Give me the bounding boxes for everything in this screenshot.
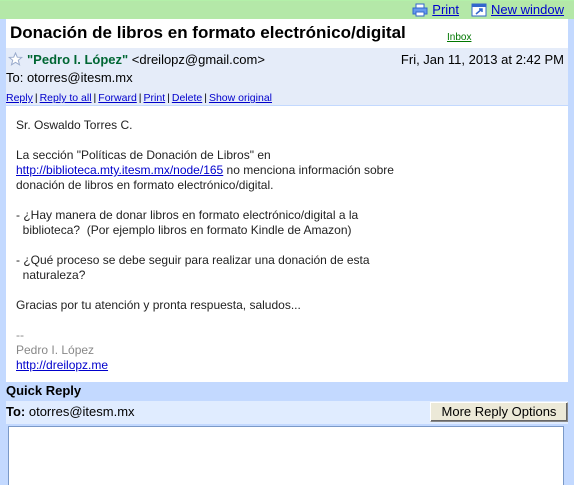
action-separator: |	[167, 92, 170, 104]
question-line: - ¿Qué proceso se debe seguir para reali…	[16, 253, 370, 267]
printer-icon	[412, 3, 428, 16]
quick-reply-title: Quick Reply	[6, 382, 568, 401]
print-action-link[interactable]: Print	[144, 92, 166, 104]
action-separator: |	[138, 92, 142, 104]
reply-area	[6, 424, 568, 485]
question-line: - ¿Hay manera de donar libros en formato…	[16, 208, 359, 222]
action-separator: |	[204, 92, 207, 104]
signature-dash: --	[16, 328, 24, 342]
star-icon[interactable]	[8, 52, 23, 66]
reply-textarea[interactable]	[8, 426, 564, 485]
recipient-line: To: otorres@itesm.mx	[6, 70, 133, 85]
paragraph-text: no menciona información sobre	[223, 163, 394, 177]
reply-all-link[interactable]: Reply to all	[40, 92, 92, 104]
message-header: "Pedro I. López" <dreilopz@gmail.com> Fr…	[6, 48, 568, 106]
message-actions: Reply | Reply to all | Forward | Print | Delete |…	[6, 92, 272, 104]
closing-line: Gracias por tu atención y pronta respues…	[16, 298, 301, 312]
thread-subject: Donación de libros en formato electrónic…	[10, 23, 406, 42]
paragraph-line: La sección "Políticas de Donación de Lib…	[16, 148, 271, 162]
toolbar-links: Print New window	[412, 2, 564, 17]
paragraph-line: http://biblioteca.mty.itesm.mx/node/165 …	[16, 163, 556, 178]
sender-name[interactable]: "Pedro I. López"	[27, 52, 128, 67]
new-window-link-label: New window	[491, 2, 564, 17]
more-reply-options-button[interactable]: More Reply Options	[430, 402, 568, 422]
delete-link[interactable]: Delete	[172, 92, 202, 104]
print-link-label: Print	[432, 2, 460, 17]
to-label: To:	[6, 404, 26, 419]
message-date: Fri, Jan 11, 2013 at 2:42 PM	[400, 52, 564, 67]
reply-link[interactable]: Reply	[6, 92, 33, 104]
policy-link[interactable]: http://biblioteca.mty.itesm.mx/node/165	[16, 163, 223, 177]
print-link[interactable]: Print	[412, 2, 459, 17]
new-window-link[interactable]: New window	[471, 2, 564, 17]
subject-row: Donación de libros en formato electrónic…	[0, 19, 574, 48]
question-line: naturaleza?	[16, 268, 86, 282]
signature-link[interactable]: http://dreilopz.me	[16, 358, 108, 372]
to-value: otorres@itesm.mx	[25, 404, 135, 419]
top-bar: Print New window	[0, 0, 574, 20]
signature-name: Pedro I. López	[16, 343, 95, 357]
quick-reply-to: To: otorres@itesm.mx	[6, 404, 135, 419]
sender: "Pedro I. López" <dreilopz@gmail.com>	[27, 52, 265, 67]
paragraph-line: donación de libros en formato electrónic…	[16, 178, 274, 192]
inbox-label[interactable]: Inbox	[447, 32, 471, 43]
sender-email: <dreilopz@gmail.com>	[131, 52, 265, 67]
signature-line: http://dreilopz.me	[16, 358, 556, 373]
question-line: biblioteca? (Por ejemplo libros en forma…	[16, 223, 352, 237]
message-body: Sr. Oswaldo Torres C. La sección "Políti…	[16, 118, 556, 373]
forward-link[interactable]: Forward	[98, 92, 137, 104]
new-window-icon	[471, 3, 487, 16]
message-card: "Pedro I. López" <dreilopz@gmail.com> Fr…	[0, 48, 574, 485]
show-original-link[interactable]: Show original	[209, 92, 272, 104]
quick-reply-to-row: To: otorres@itesm.mx More Reply Options	[6, 401, 568, 424]
greeting: Sr. Oswaldo Torres C.	[16, 118, 133, 132]
action-separator: |	[34, 92, 38, 104]
